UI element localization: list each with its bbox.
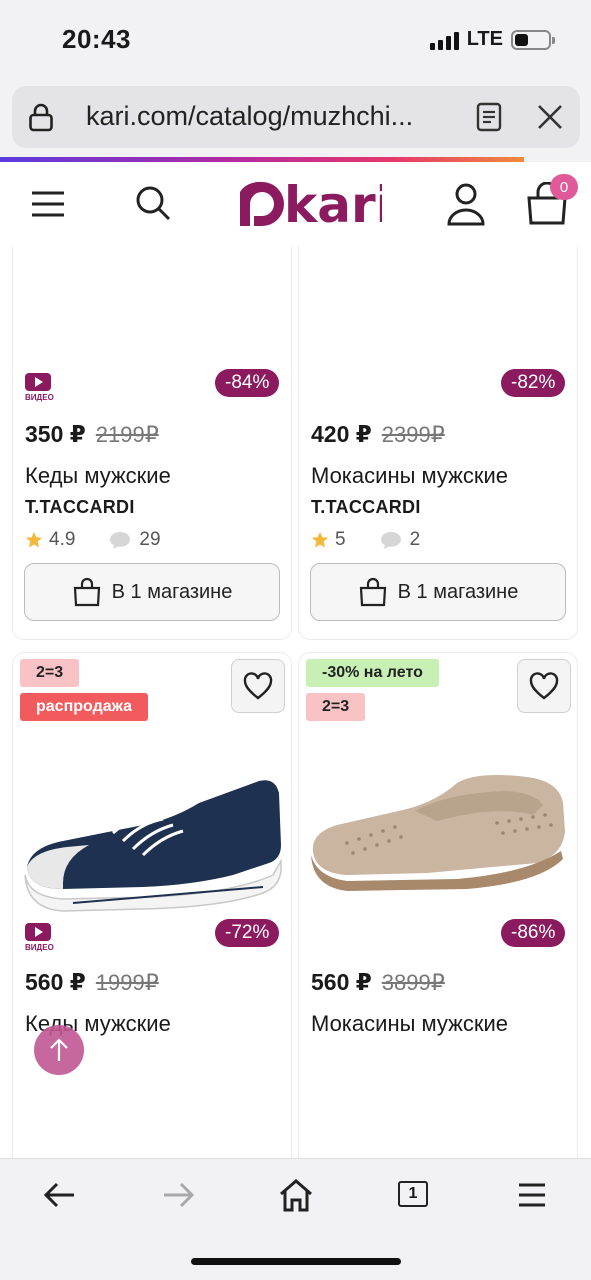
network-type: LTE xyxy=(466,28,503,50)
price-row: 560 ₽ 1999₽ xyxy=(25,969,159,996)
in-store-button[interactable]: В 1 магазине xyxy=(24,563,280,621)
menu-icon[interactable] xyxy=(30,190,66,218)
star-icon xyxy=(25,531,43,548)
summer-tag: -30% на лето xyxy=(306,659,439,687)
home-icon[interactable] xyxy=(278,1177,314,1213)
product-card[interactable]: ВИДЕО -84% 350 ₽ 2199₽ Кеды мужские T.TA… xyxy=(12,246,292,640)
price-row: 350 ₽ 2199₽ xyxy=(25,421,159,448)
favorite-button[interactable] xyxy=(517,659,571,713)
comment-icon xyxy=(110,532,131,549)
video-badge: ВИДЕО xyxy=(25,373,57,402)
price-row: 560 ₽ 3899₽ xyxy=(311,969,445,996)
rating-row: 5 2 xyxy=(311,529,420,551)
product-brand: T.TACCARDI xyxy=(311,497,421,517)
battery-icon xyxy=(511,29,555,50)
old-price: 3899₽ xyxy=(381,970,445,995)
old-price: 1999₽ xyxy=(95,970,159,995)
current-price: 560 ₽ xyxy=(25,969,86,995)
product-name[interactable]: Мокасины мужские xyxy=(311,463,508,489)
back-icon[interactable] xyxy=(42,1177,78,1213)
favorite-button[interactable] xyxy=(231,659,285,713)
reader-mode-icon[interactable] xyxy=(476,102,502,132)
review-count: 29 xyxy=(139,529,161,550)
svg-text:kari: kari xyxy=(284,178,382,230)
discount-badge: -86% xyxy=(501,919,566,947)
search-icon[interactable] xyxy=(134,184,172,222)
video-icon xyxy=(25,923,51,941)
status-time: 20:43 xyxy=(62,24,131,54)
product-brand: T.TACCARDI xyxy=(25,497,135,517)
discount-badge: -72% xyxy=(215,919,280,947)
promo-tag: 2=3 xyxy=(306,693,366,721)
bag-icon xyxy=(73,577,100,607)
product-card[interactable]: -82% 420 ₽ 2399₽ Мокасины мужские T.TACC… xyxy=(298,246,578,640)
rating-row: 4.9 29 xyxy=(25,529,161,551)
forward-icon[interactable] xyxy=(160,1177,196,1213)
in-store-label: В 1 магазине xyxy=(397,580,519,603)
status-bar: 20:43 LTE xyxy=(0,0,591,80)
comment-icon xyxy=(380,532,401,549)
product-grid: ВИДЕО -84% 350 ₽ 2199₽ Кеды мужские T.TA… xyxy=(0,246,591,1158)
heart-icon xyxy=(529,672,559,700)
review-count: 2 xyxy=(409,529,421,550)
address-bar[interactable]: kari.com/catalog/muzhchi... xyxy=(12,86,580,148)
star-icon xyxy=(311,531,329,548)
menu-icon[interactable] xyxy=(514,1177,550,1213)
in-store-label: В 1 магазине xyxy=(111,580,233,603)
cart-count-badge: 0 xyxy=(550,174,578,200)
in-store-button[interactable]: В 1 магазине xyxy=(310,563,566,621)
current-price: 560 ₽ xyxy=(311,969,372,995)
close-icon[interactable] xyxy=(536,103,564,131)
current-price: 420 ₽ xyxy=(311,421,372,447)
rating-value: 4.9 xyxy=(49,529,76,550)
lock-icon xyxy=(29,103,53,132)
product-image[interactable] xyxy=(307,763,569,893)
current-price: 350 ₽ xyxy=(25,421,86,447)
promo-tag: 2=3 xyxy=(20,659,80,687)
old-price: 2399₽ xyxy=(381,422,445,447)
browser-toolbar: kari.com/catalog/muzhchi... xyxy=(0,80,591,162)
arrow-up-icon xyxy=(50,1038,68,1061)
price-row: 420 ₽ 2399₽ xyxy=(311,421,445,448)
user-icon[interactable] xyxy=(446,182,486,226)
sale-tag: распродажа xyxy=(20,693,149,721)
video-badge: ВИДЕО xyxy=(25,923,57,952)
product-image[interactable] xyxy=(23,763,285,913)
home-indicator[interactable] xyxy=(191,1258,401,1265)
status-indicators: LTE xyxy=(429,28,555,51)
discount-badge: -82% xyxy=(501,369,566,397)
heart-icon xyxy=(243,672,273,700)
scroll-top-button[interactable] xyxy=(34,1025,84,1075)
kari-logo[interactable]: kari xyxy=(236,178,382,230)
product-card[interactable]: 2=3 распродажа ВИДЕО -72% 560 ₽ 1999₽ Ке… xyxy=(12,652,292,1158)
product-name[interactable]: Мокасины мужские xyxy=(311,1011,508,1037)
product-name[interactable]: Кеды мужские xyxy=(25,463,171,489)
product-card[interactable]: -30% на лето 2=3 -86% 560 ₽ 3899₽ Мокаси… xyxy=(298,652,578,1158)
signal-icon xyxy=(429,30,459,50)
rating-value: 5 xyxy=(335,529,346,550)
discount-badge: -84% xyxy=(215,369,280,397)
url-text[interactable]: kari.com/catalog/muzhchi... xyxy=(86,101,446,132)
site-header: kari 0 xyxy=(0,162,591,246)
bag-icon xyxy=(359,577,386,607)
video-icon xyxy=(25,373,51,391)
tabs-button[interactable]: 1 xyxy=(398,1181,428,1207)
old-price: 2199₽ xyxy=(95,422,159,447)
